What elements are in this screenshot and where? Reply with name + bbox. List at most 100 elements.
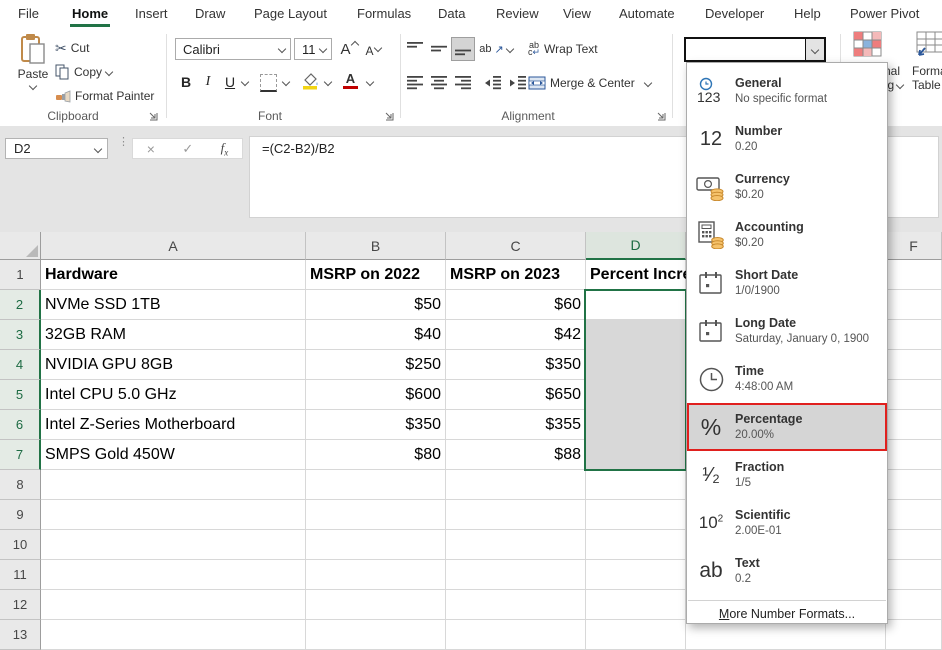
menu-item-number[interactable]: 12Number0.20 [687,115,887,163]
orientation-button[interactable]: ab↗ [481,38,511,60]
row-header-1[interactable]: 1 [0,260,41,290]
cell-F2[interactable] [886,290,942,320]
cell-B3[interactable]: $40 [306,320,446,350]
cell-D3[interactable] [586,320,686,350]
cell-A4[interactable]: NVIDIA GPU 8GB [41,350,306,380]
cell-D13[interactable] [586,620,686,650]
underline-button[interactable]: U [221,71,239,93]
ribbon-tab-help[interactable]: Help [791,0,824,27]
cell-B5[interactable]: $600 [306,380,446,410]
cell-B2[interactable]: $50 [306,290,446,320]
menu-item-scientific[interactable]: 102Scientific2.00E-01 [687,499,887,547]
more-number-formats-item[interactable]: More Number Formats... [687,601,887,627]
cell-D11[interactable] [586,560,686,590]
cell-D7[interactable] [586,440,686,470]
copy-button[interactable]: Copy [55,62,112,82]
cell-F13[interactable] [886,620,942,650]
menu-item-accounting[interactable]: Accounting$0.20 [687,211,887,259]
cell-F12[interactable] [886,590,942,620]
ribbon-tab-automate[interactable]: Automate [616,0,678,27]
select-all-corner[interactable] [0,232,41,260]
font-color-dropdown[interactable] [364,71,376,93]
clipboard-dialog-launcher-icon[interactable] [148,109,160,121]
cell-B6[interactable]: $350 [306,410,446,440]
cell-D2[interactable] [586,290,686,320]
row-header-6[interactable]: 6 [0,410,41,440]
wrap-text-button[interactable]: abc↵ Wrap Text [528,39,598,59]
cell-A8[interactable] [41,470,306,500]
conditional-formatting-button[interactable] [853,33,883,55]
cell-C4[interactable]: $350 [446,350,586,380]
cell-C1[interactable]: MSRP on 2023 [446,260,586,290]
increase-font-size-button[interactable]: A [338,38,360,60]
cell-D4[interactable] [586,350,686,380]
menu-item-short-date[interactable]: Short Date1/0/1900 [687,259,887,307]
cell-D12[interactable] [586,590,686,620]
font-size-combobox[interactable]: 11 [294,38,332,60]
ribbon-tab-page-layout[interactable]: Page Layout [251,0,330,27]
alignment-dialog-launcher-icon[interactable] [656,109,668,121]
cell-F10[interactable] [886,530,942,560]
row-header-13[interactable]: 13 [0,620,41,650]
menu-item-percentage[interactable]: %Percentage20.00% [687,403,887,451]
underline-dropdown[interactable] [239,71,251,93]
row-header-12[interactable]: 12 [0,590,41,620]
cell-A3[interactable]: 32GB RAM [41,320,306,350]
menu-item-fraction[interactable]: ¹⁄₂Fraction1/5 [687,451,887,499]
cell-B10[interactable] [306,530,446,560]
ribbon-tab-home[interactable]: Home [69,0,111,27]
ribbon-tab-file[interactable]: File [15,0,42,27]
merge-center-button[interactable]: Merge & Center [528,73,651,93]
row-header-5[interactable]: 5 [0,380,41,410]
cell-C5[interactable]: $650 [446,380,586,410]
cell-B12[interactable] [306,590,446,620]
cell-D5[interactable] [586,380,686,410]
cell-D1[interactable]: Percent Increase [586,260,686,290]
format-painter-button[interactable]: Format Painter [55,86,154,106]
row-header-2[interactable]: 2 [0,290,41,320]
cell-C6[interactable]: $355 [446,410,586,440]
row-header-9[interactable]: 9 [0,500,41,530]
align-right-button[interactable] [452,72,474,94]
cell-A7[interactable]: SMPS Gold 450W [41,440,306,470]
font-name-combobox[interactable]: Calibri [175,38,291,60]
column-header-B[interactable]: B [306,232,446,260]
cell-B8[interactable] [306,470,446,500]
ribbon-tab-review[interactable]: Review [493,0,542,27]
decrease-font-size-button[interactable]: A [362,40,384,62]
row-header-7[interactable]: 7 [0,440,41,470]
cell-B7[interactable]: $80 [306,440,446,470]
cell-C7[interactable]: $88 [446,440,586,470]
align-middle-button[interactable] [428,38,450,60]
cell-D9[interactable] [586,500,686,530]
cell-F7[interactable] [886,440,942,470]
cell-C11[interactable] [446,560,586,590]
cell-B9[interactable] [306,500,446,530]
cell-F4[interactable] [886,350,942,380]
cell-F9[interactable] [886,500,942,530]
cell-B4[interactable]: $250 [306,350,446,380]
menu-item-time[interactable]: Time4:48:00 AM [687,355,887,403]
row-header-8[interactable]: 8 [0,470,41,500]
cell-F6[interactable] [886,410,942,440]
italic-button[interactable]: I [199,71,217,93]
cell-C2[interactable]: $60 [446,290,586,320]
cell-A10[interactable] [41,530,306,560]
row-header-10[interactable]: 10 [0,530,41,560]
number-format-combobox[interactable] [684,37,826,62]
ribbon-tab-insert[interactable]: Insert [132,0,171,27]
cell-A1[interactable]: Hardware [41,260,306,290]
cell-C8[interactable] [446,470,586,500]
cell-C10[interactable] [446,530,586,560]
cell-A6[interactable]: Intel Z-Series Motherboard [41,410,306,440]
row-header-11[interactable]: 11 [0,560,41,590]
cell-F11[interactable] [886,560,942,590]
menu-item-text[interactable]: abText0.2 [687,547,887,595]
font-dialog-launcher-icon[interactable] [384,109,396,121]
cut-button[interactable]: ✂ Cut [55,38,89,58]
cell-F1[interactable] [886,260,942,290]
cell-C9[interactable] [446,500,586,530]
ribbon-tab-power-pivot[interactable]: Power Pivot [847,0,922,27]
number-format-dropdown-arrow[interactable] [805,39,824,60]
ribbon-tab-developer[interactable]: Developer [702,0,767,27]
